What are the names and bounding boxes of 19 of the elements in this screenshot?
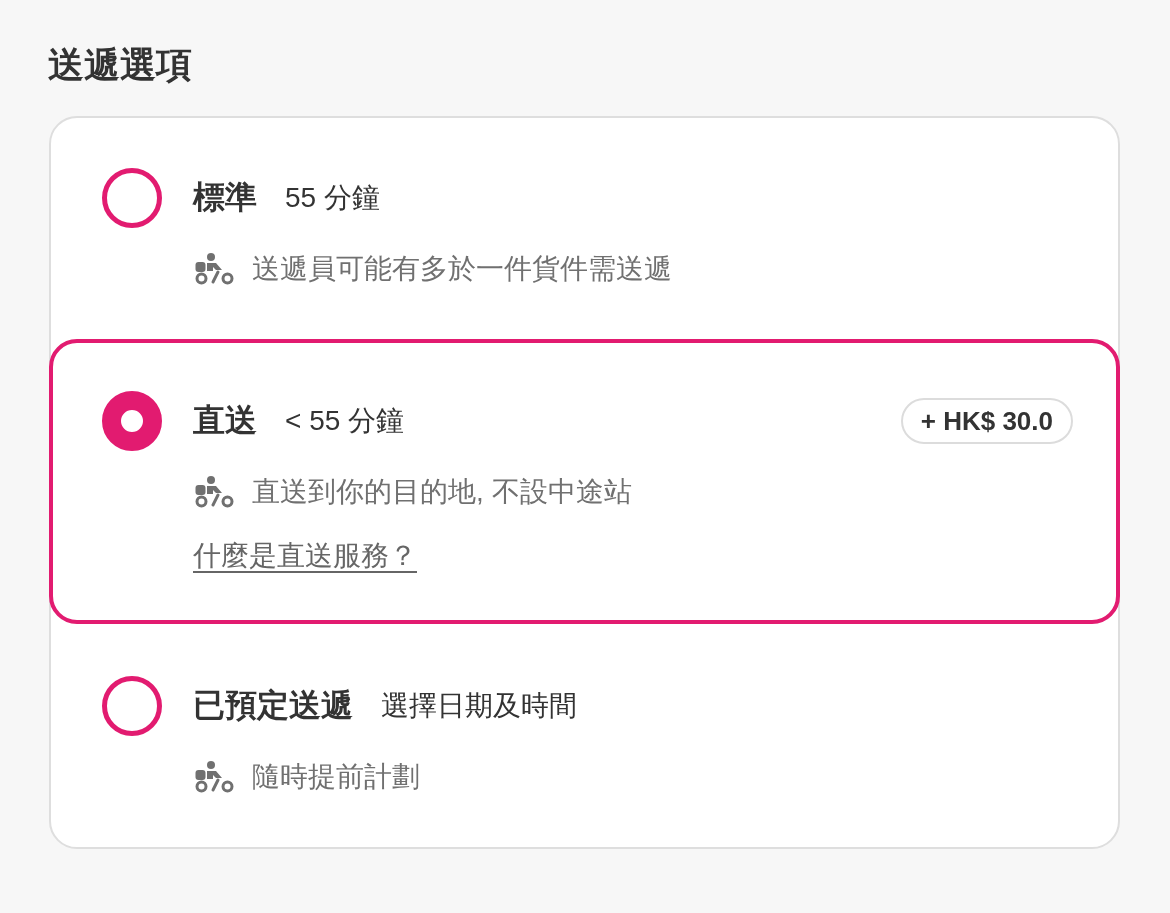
option-note: 直送到你的目的地, 不設中途站 <box>252 475 632 509</box>
cyclist-icon <box>195 253 234 285</box>
option-title: 直送 <box>193 401 257 440</box>
info-link[interactable]: 什麼是直送服務？ <box>193 538 417 574</box>
option-time: 選擇日期及時間 <box>381 689 577 723</box>
option-time: < 55 分鐘 <box>285 404 405 438</box>
radio-button[interactable] <box>102 391 162 451</box>
price-badge: + HK$ 30.0 <box>900 398 1073 444</box>
option-note: 送遞員可能有多於一件貨件需送遞 <box>252 252 672 286</box>
radio-button[interactable] <box>102 168 162 228</box>
cyclist-icon <box>195 476 234 508</box>
selected-option-frame[interactable]: 直送 < 55 分鐘 + HK$ 30.0 直送到你的目的地, 不設中途站 什麼是直送服務？ <box>49 339 1120 624</box>
radio-button[interactable] <box>102 676 162 736</box>
section-title: 送遞選項 <box>48 43 192 86</box>
option-note: 隨時提前計劃 <box>252 760 420 794</box>
option-title: 已預定送遞 <box>193 686 353 725</box>
option-title: 標準 <box>193 178 257 217</box>
option-time: 55 分鐘 <box>285 181 380 215</box>
cyclist-icon <box>195 761 234 793</box>
